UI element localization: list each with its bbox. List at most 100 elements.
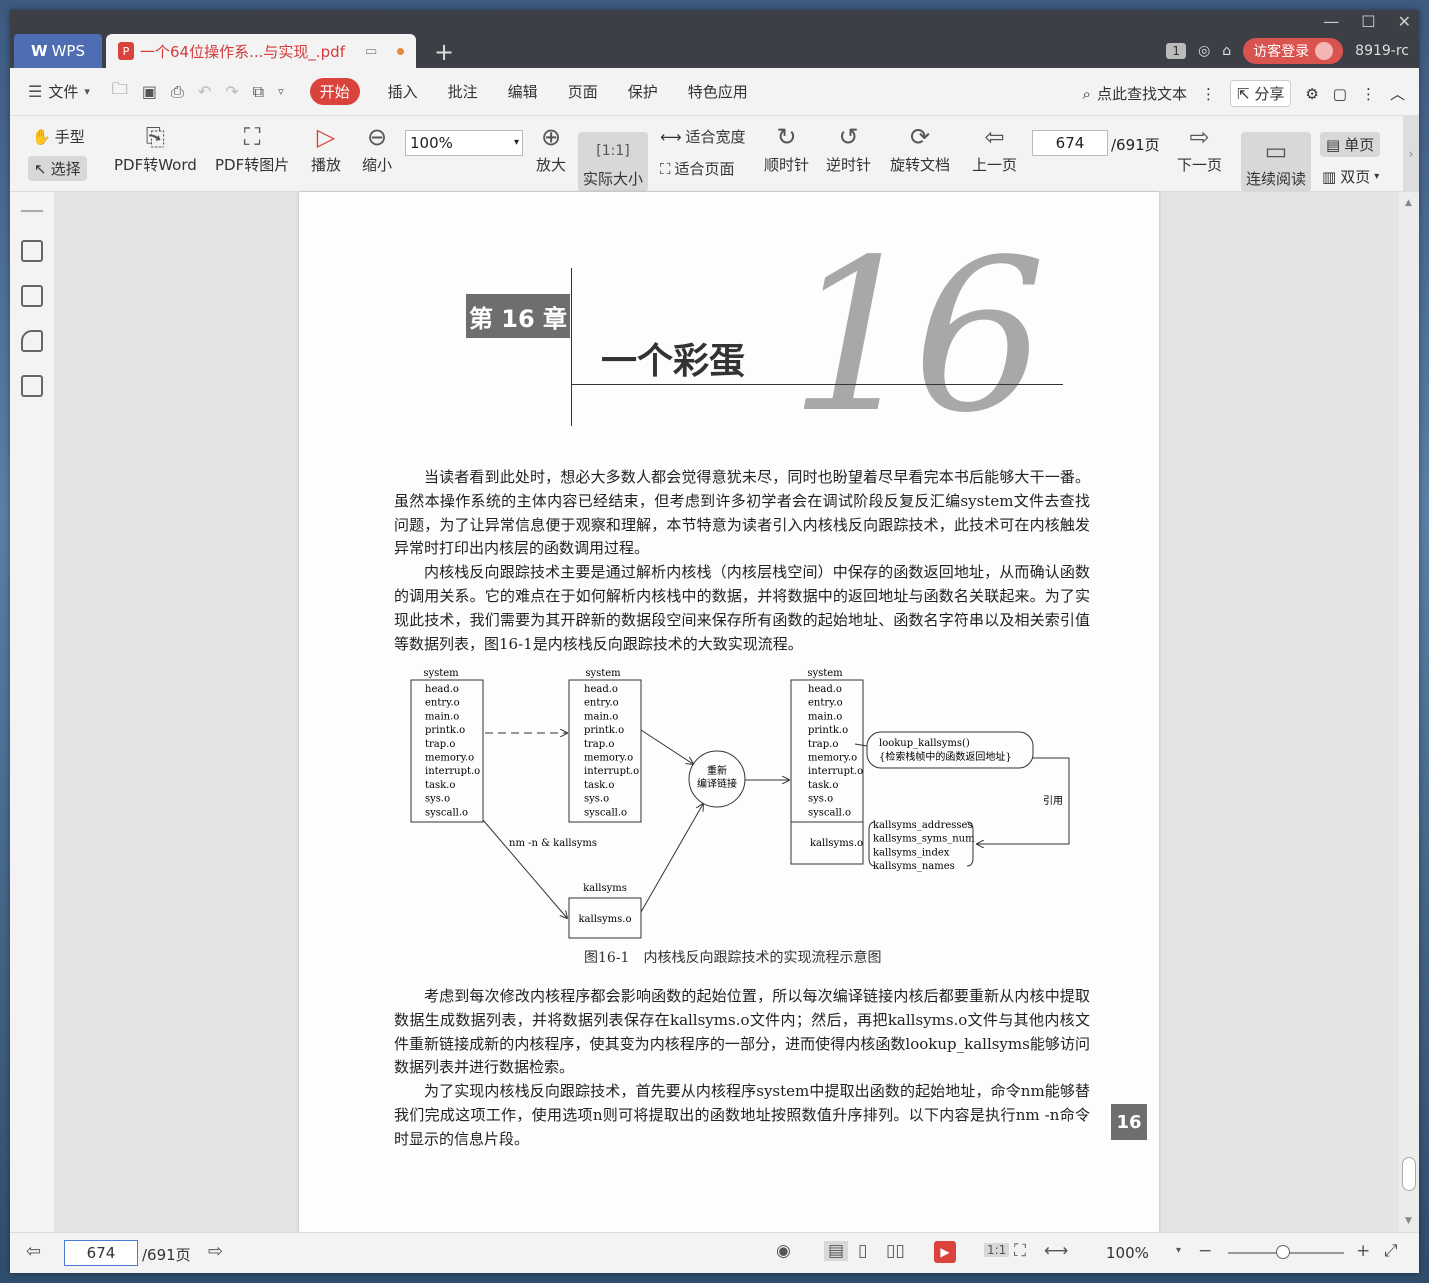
scroll-up-icon[interactable]: ▲ [1405, 198, 1412, 208]
tab-special[interactable]: 特色应用 [688, 81, 748, 102]
login-button[interactable]: 访客登录 [1243, 38, 1344, 64]
outline-icon[interactable] [21, 240, 43, 262]
ribbon-toolbar: ✋ 手型 ↖ 选择 ⎘ PDF转Word ⛶ PDF转图片 ▷ 播放 ⊖ 缩小 … [10, 116, 1419, 192]
page-number-input[interactable]: 674 [1032, 130, 1108, 156]
single-view-icon[interactable]: ▯ [858, 1241, 867, 1261]
rotate-document-button[interactable]: ⟳ 旋转文档 [890, 120, 950, 175]
object-file-label: interrupt.o [425, 766, 480, 777]
thumbnail-icon[interactable] [21, 285, 43, 307]
more-dropdown-icon[interactable]: ▿ [278, 85, 284, 98]
new-tab-button[interactable]: + [434, 38, 454, 66]
monitor-icon[interactable]: ▭ [365, 44, 377, 59]
actual-size-button[interactable]: [1:1] 实际大小 [578, 132, 648, 192]
hamburger-icon[interactable]: ☰ [28, 82, 42, 101]
zoom-in-icon[interactable]: + [1356, 1241, 1370, 1261]
annotation-icon[interactable] [21, 330, 43, 352]
tab-edit[interactable]: 编辑 [508, 81, 538, 102]
continuous-view-icon[interactable]: ▤ [824, 1241, 849, 1261]
system-box-3-title: system [807, 668, 843, 679]
share-button[interactable]: ⇱ 分享 [1229, 80, 1292, 107]
export-icon[interactable] [21, 375, 43, 397]
tab-page[interactable]: 页面 [568, 81, 598, 102]
close-icon[interactable]: ✕ [1398, 12, 1411, 31]
sidebar-handle[interactable] [21, 210, 43, 212]
object-file-label: printk.o [425, 725, 465, 736]
undo-icon[interactable]: ↶ [198, 82, 211, 101]
fit-width-button[interactable]: ⟷ 适合宽度 [660, 126, 746, 147]
play-icon[interactable]: ▶ [934, 1241, 956, 1263]
gear-icon[interactable]: ⚙ [1305, 85, 1318, 103]
window-count-badge[interactable]: 1 [1166, 43, 1187, 59]
wps-home-tab[interactable]: W WPS [14, 34, 102, 68]
document-tab[interactable]: P 一个64位操作系...与实现_.pdf ▭ [106, 34, 416, 68]
more-icon[interactable]: ⋮ [1361, 85, 1376, 103]
window-controls: — ☐ ✕ [1323, 12, 1411, 31]
actual-size-icon[interactable]: 1:1 [984, 1243, 1010, 1257]
object-file-label: sys.o [584, 794, 609, 805]
continuous-reading-button[interactable]: ▭ 连续阅读 [1241, 132, 1311, 192]
shirt-icon[interactable]: ⌂ [1222, 43, 1231, 59]
select-tool-button[interactable]: ↖ 选择 [28, 156, 87, 181]
double-page-button[interactable]: ▥ 双页 ▾ [1322, 166, 1379, 187]
zoom-select[interactable]: 100% ▾ [405, 130, 523, 156]
tab-start[interactable]: 开始 [309, 78, 360, 105]
chapter-title: 一个彩蛋 [601, 341, 746, 382]
maximize-icon[interactable]: ☐ [1361, 12, 1375, 31]
toolbar-scroll-right[interactable]: › [1403, 116, 1419, 192]
next-page-label: 下一页 [1177, 156, 1223, 174]
open-folder-icon[interactable]: 🗀 [112, 78, 128, 105]
chapter-label: 第 16 章 [466, 294, 570, 338]
single-page-button[interactable]: ▤ 单页 [1320, 132, 1381, 157]
file-menu[interactable]: 文件 [48, 81, 78, 102]
vertical-scrollbar[interactable]: ▲ ▼ [1399, 192, 1419, 1232]
hand-tool-button[interactable]: ✋ 手型 [32, 126, 85, 147]
chevron-down-icon[interactable]: ▾ [84, 85, 90, 98]
save-icon[interactable]: ▣ [142, 82, 157, 101]
tab-annotate[interactable]: 批注 [448, 81, 478, 102]
status-page-input[interactable]: 674 [64, 1240, 138, 1266]
pdf-to-word-button[interactable]: ⎘ PDF转Word [114, 120, 197, 175]
status-zoom-value[interactable]: 100% [1106, 1244, 1149, 1262]
prev-page-button[interactable]: ⇦ 上一页 [972, 120, 1017, 175]
double-view-icon[interactable]: ▯▯ [886, 1241, 905, 1261]
fit-page-icon[interactable]: ⛶ [1014, 1241, 1026, 1261]
zoom-out-icon[interactable]: − [1198, 1241, 1212, 1261]
fit-page-button[interactable]: ⛶ 适合页面 [660, 158, 735, 179]
object-file-label: trap.o [584, 739, 614, 750]
redo-icon[interactable]: ↷ [225, 82, 238, 101]
zoom-out-button[interactable]: ⊖ 缩小 [362, 120, 392, 175]
zoom-slider-knob[interactable] [1276, 1245, 1290, 1259]
zoom-slider[interactable] [1228, 1245, 1344, 1259]
pdf-to-image-button[interactable]: ⛶ PDF转图片 [215, 120, 289, 175]
system-box-3-kallsyms: kallsyms.o [810, 838, 863, 849]
object-file-label: trap.o [808, 739, 838, 750]
status-next-page-icon[interactable]: ⇨ [208, 1241, 223, 1262]
tab-insert[interactable]: 插入 [388, 81, 418, 102]
search-text-button[interactable]: 点此查找文本 [1097, 83, 1187, 104]
rotate-counterclockwise-button[interactable]: ↺ 逆时针 [826, 120, 871, 175]
comment-icon[interactable]: ▢ [1333, 85, 1347, 103]
zoom-in-button[interactable]: ⊕ 放大 [536, 120, 566, 175]
more-vertical-icon[interactable]: ⋮ [1201, 85, 1216, 103]
eye-protection-icon[interactable]: ◉ [776, 1241, 791, 1261]
skin-icon[interactable]: ◎ [1198, 43, 1210, 59]
minimize-icon[interactable]: — [1323, 12, 1339, 31]
symbol-list-label: kallsyms_syms_num [873, 834, 975, 845]
chevron-down-icon[interactable]: ▾ [1176, 1245, 1181, 1256]
search-icon[interactable]: ⌕ [1083, 85, 1091, 103]
export-image-icon[interactable]: ⧉ [253, 82, 264, 102]
print-icon[interactable]: ⎙ [171, 82, 184, 102]
fit-width-icon[interactable]: ⟷ [1044, 1241, 1068, 1261]
fullscreen-icon[interactable]: ⤢ [1384, 1241, 1398, 1261]
document-viewport[interactable]: 16 第 16 章 一个彩蛋 当读者看到此处时，想必大多数人都会觉得意犹未尽，同… [54, 192, 1399, 1232]
rotate-clockwise-button[interactable]: ↻ 顺时针 [764, 120, 809, 175]
object-file-label: interrupt.o [808, 766, 863, 777]
play-button[interactable]: ▷ 播放 [311, 120, 341, 175]
next-page-button[interactable]: ⇨ 下一页 [1177, 120, 1222, 175]
scroll-down-icon[interactable]: ▼ [1405, 1216, 1412, 1226]
scrollbar-thumb[interactable] [1402, 1157, 1416, 1191]
collapse-ribbon-icon[interactable]: ︿ [1390, 83, 1405, 104]
kallsyms-to-relink-arrow [640, 804, 703, 913]
status-prev-page-icon[interactable]: ⇦ [26, 1241, 41, 1262]
tab-protect[interactable]: 保护 [628, 81, 658, 102]
